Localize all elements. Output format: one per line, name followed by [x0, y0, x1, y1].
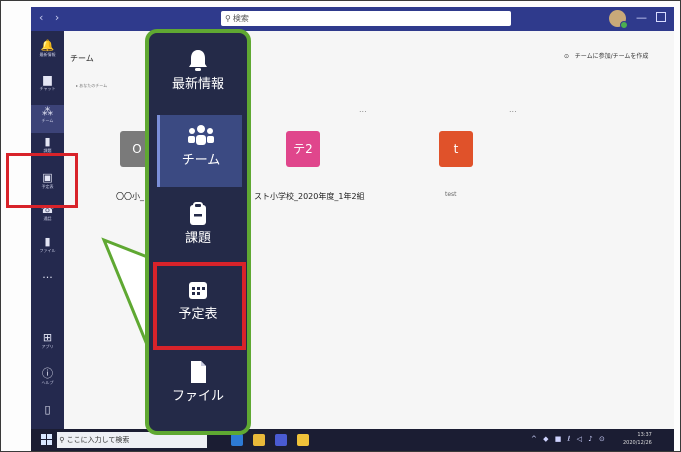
- calendar-callout-highlight-box: [153, 262, 246, 350]
- team-name[interactable]: 〇〇小_: [116, 191, 144, 202]
- callout-item-label: 最新情報: [171, 77, 224, 92]
- callout-item-assignments[interactable]: 課題: [157, 193, 239, 265]
- explorer-icon[interactable]: [253, 434, 265, 446]
- rail-item-teams[interactable]: ⁂ チーム: [31, 105, 64, 133]
- teams-icon: ⁂: [42, 105, 53, 118]
- search-icon: ⚲: [57, 436, 67, 444]
- callout-item-teams[interactable]: チーム: [157, 115, 242, 187]
- zoomed-rail-callout: 最新情報 チーム 課題 予定表 ファイル: [145, 29, 251, 435]
- back-forward-arrows[interactable]: ‹ ›: [39, 11, 63, 24]
- rail-item-label: ファイル: [39, 248, 56, 253]
- taskbar-search-text: ここに入力して検索: [66, 436, 130, 444]
- device-icon: ▯: [44, 403, 51, 416]
- team-tile[interactable]: t: [439, 131, 473, 167]
- minimize-button[interactable]: —: [636, 11, 647, 24]
- calendar-highlight-box: [6, 153, 78, 208]
- rail-item-label: チーム: [41, 118, 54, 123]
- rail-item-files[interactable]: ▮ ファイル: [31, 235, 64, 263]
- rail-item-help[interactable]: ⓘ ヘルプ: [31, 367, 64, 395]
- team-name[interactable]: test: [445, 191, 457, 198]
- rail-item-label: 最新情報: [39, 52, 56, 57]
- windows-start-icon[interactable]: [41, 434, 52, 445]
- team-name[interactable]: スト小学校_2020年度_1年2組: [254, 191, 365, 202]
- join-create-label: チームに参加/チームを作成: [574, 53, 649, 60]
- clock-date: 2020/12/26: [623, 440, 652, 446]
- assignment-icon: ▮: [44, 135, 51, 148]
- teams-icon: [188, 125, 214, 145]
- search-placeholder: 検索: [232, 14, 249, 23]
- avatar[interactable]: [609, 10, 628, 29]
- page-title: チーム: [70, 54, 94, 63]
- edge-icon[interactable]: [231, 434, 243, 446]
- rail-item-apps[interactable]: ⊞ アプリ: [31, 331, 64, 359]
- rail-item-device[interactable]: ▯: [31, 403, 64, 431]
- your-teams-section[interactable]: ▸ あなたのチーム: [76, 83, 107, 89]
- rail-item-chat[interactable]: ▆ チャット: [31, 73, 64, 101]
- rail-item-label: 通話: [43, 216, 52, 221]
- file-icon: [191, 361, 206, 383]
- screenshot-frame: ‹ › ⚲ 検索 — 🔔 最新情報 ▆ チャット ⁂ チーム ▮ 課題 ▣ 予定表: [0, 0, 681, 452]
- windows-taskbar: ⚲ ここに入力して検索 ^ ◆ ■ ℓ ◁ ♪ ⊙ 13:37 2020/12/…: [31, 429, 674, 451]
- callout-item-label: ファイル: [171, 389, 224, 404]
- title-bar: ‹ › ⚲ 検索 —: [31, 7, 674, 31]
- taskbar-clock[interactable]: 13:37 2020/12/26: [623, 431, 652, 447]
- app-rail: 🔔 最新情報 ▆ チャット ⁂ チーム ▮ 課題 ▣ 予定表 ☎ 通話 ▮ ファ…: [31, 31, 64, 429]
- system-tray[interactable]: ^ ◆ ■ ℓ ◁ ♪ ⊙: [531, 435, 607, 443]
- rail-item-label: アプリ: [41, 344, 54, 349]
- teams-taskbar-icon[interactable]: [275, 434, 287, 446]
- help-icon: ⓘ: [42, 367, 53, 380]
- rail-item-label: ヘルプ: [41, 380, 54, 385]
- apps-icon: ⊞: [42, 331, 53, 344]
- team-more-icon[interactable]: ...: [359, 105, 367, 114]
- callout-item-files[interactable]: ファイル: [157, 351, 239, 423]
- maximize-button[interactable]: [656, 12, 666, 22]
- join-create-team-button[interactable]: ⊙ チームに参加/チームを作成: [564, 51, 648, 60]
- rail-item-more[interactable]: ···: [31, 271, 64, 299]
- team-tile[interactable]: テ2: [286, 131, 320, 167]
- callout-item-label: チーム: [181, 153, 221, 168]
- bell-icon: 🔔: [40, 39, 55, 52]
- settings-icon: ⊙: [564, 53, 570, 60]
- team-more-icon[interactable]: ...: [509, 105, 517, 114]
- assignment-icon: [190, 202, 206, 225]
- callout-item-label: 課題: [184, 231, 211, 246]
- rail-item-label: チャット: [39, 86, 56, 91]
- presence-dot: [620, 21, 628, 29]
- bell-icon: [189, 50, 207, 71]
- callout-item-activity[interactable]: 最新情報: [157, 39, 239, 111]
- file-icon: ▮: [44, 235, 51, 248]
- store-icon[interactable]: [297, 434, 309, 446]
- search-icon: ⚲: [225, 14, 231, 23]
- more-icon: ···: [42, 271, 53, 284]
- clock-time: 13:37: [637, 432, 652, 438]
- chat-icon: ▆: [43, 73, 52, 86]
- search-input[interactable]: ⚲ 検索: [221, 11, 511, 26]
- rail-item-activity[interactable]: 🔔 最新情報: [31, 39, 64, 67]
